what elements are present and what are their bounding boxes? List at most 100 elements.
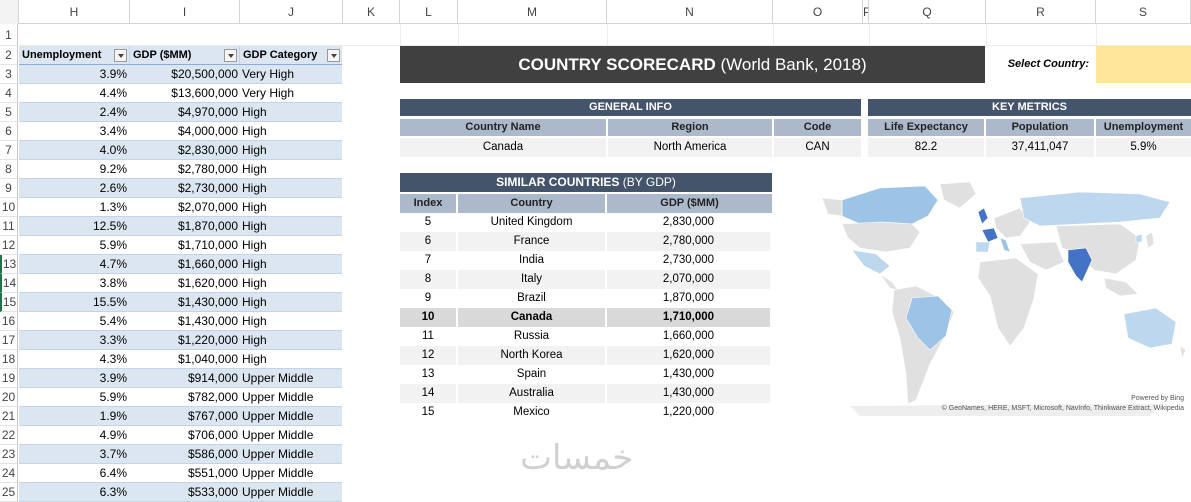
cell-gdp-category[interactable]: High [240,160,342,178]
cell-gdp-category[interactable]: Upper Middle [240,464,342,482]
cell-gdp[interactable]: $551,000 [130,464,240,482]
cell-unemployment[interactable]: 6.3% [19,483,130,501]
row-header[interactable]: 3 [0,65,18,84]
cell-unemployment[interactable]: 4.0% [19,141,130,159]
row-header[interactable]: 18 [0,350,18,369]
row-header[interactable]: 13 [0,255,18,274]
row-header[interactable]: 23 [0,445,18,464]
cell-gdp[interactable]: $1,620,000 [130,274,240,292]
cell-unemployment[interactable]: 6.4% [19,464,130,482]
row-header[interactable]: 6 [0,122,18,141]
cell-unemployment[interactable]: 4.9% [19,426,130,444]
cell-unemployment[interactable]: 12.5% [19,217,130,235]
cell-unemployment[interactable]: 4.7% [19,255,130,273]
cell-gdp[interactable]: $20,500,000 [130,65,240,83]
cell-unemployment[interactable]: 3.9% [19,369,130,387]
row-header[interactable]: 25 [0,483,18,502]
cell-unemployment[interactable]: 3.3% [19,331,130,349]
row-header[interactable]: 5 [0,103,18,122]
cell-unemployment[interactable]: 9.2% [19,160,130,178]
row-header[interactable]: 11 [0,217,18,236]
header-gdp[interactable]: GDP ($MM) [130,46,240,64]
cell-unemployment[interactable]: 4.3% [19,350,130,368]
cell-gdp-category[interactable]: High [240,141,342,159]
cell-gdp[interactable]: $914,000 [130,369,240,387]
cell-gdp-category[interactable]: Upper Middle [240,483,342,501]
cell-unemployment[interactable]: 4.4% [19,84,130,102]
row-header[interactable]: 16 [0,312,18,331]
column-header-q[interactable]: Q [869,0,986,24]
cell-gdp-category[interactable]: High [240,217,342,235]
column-header-o[interactable]: O [773,0,863,24]
cell-unemployment[interactable]: 3.8% [19,274,130,292]
cell-gdp[interactable]: $782,000 [130,388,240,406]
cell-gdp[interactable]: $1,430,000 [130,293,240,311]
column-header-k[interactable]: K [343,0,400,24]
header-unemployment[interactable]: Unemployment [19,46,130,64]
cell-gdp[interactable]: $2,780,000 [130,160,240,178]
cell-unemployment[interactable]: 5.9% [19,388,130,406]
cell-unemployment[interactable]: 3.7% [19,445,130,463]
cell-unemployment[interactable]: 2.4% [19,103,130,121]
column-header-l[interactable]: L [400,0,458,24]
cell-gdp-category[interactable]: Very High [240,84,342,102]
row-header[interactable]: 20 [0,388,18,407]
row-header[interactable]: 4 [0,84,18,103]
cell-gdp-category[interactable]: Upper Middle [240,407,342,425]
cell-gdp-category[interactable]: High [240,350,342,368]
cell-gdp[interactable]: $767,000 [130,407,240,425]
cell-gdp-category[interactable]: High [240,198,342,216]
column-header-j[interactable]: J [240,0,343,24]
cell-unemployment[interactable]: 3.4% [19,122,130,140]
cell-gdp-category[interactable]: High [240,103,342,121]
cell-gdp[interactable]: $4,970,000 [130,103,240,121]
column-header-m[interactable]: M [458,0,607,24]
row-header[interactable]: 15 [0,293,18,312]
cell-gdp[interactable]: $1,710,000 [130,236,240,254]
row-header[interactable]: 10 [0,198,18,217]
cell-gdp-category[interactable]: High [240,255,342,273]
row-header[interactable]: 7 [0,141,18,160]
cell-gdp-category[interactable]: High [240,312,342,330]
column-header-h[interactable]: H [19,0,130,24]
column-header-r[interactable]: R [986,0,1096,24]
cell-gdp-category[interactable]: Upper Middle [240,369,342,387]
cell-unemployment[interactable]: 3.9% [19,65,130,83]
filter-dropdown-icon[interactable] [224,49,237,62]
column-header-s[interactable]: S [1096,0,1191,24]
filter-dropdown-icon[interactable] [114,49,127,62]
cell-unemployment[interactable]: 15.5% [19,293,130,311]
corner-select-all[interactable] [0,0,19,24]
cell-gdp-category[interactable]: High [240,274,342,292]
cell-gdp[interactable]: $4,000,000 [130,122,240,140]
cell-gdp[interactable]: $533,000 [130,483,240,501]
cell-unemployment[interactable]: 1.9% [19,407,130,425]
cell-gdp[interactable]: $2,830,000 [130,141,240,159]
cell-gdp[interactable]: $2,730,000 [130,179,240,197]
row-header[interactable]: 9 [0,179,18,198]
cell-gdp[interactable]: $13,600,000 [130,84,240,102]
row-header[interactable]: 2 [0,46,18,65]
cell-gdp[interactable]: $1,870,000 [130,217,240,235]
cell-gdp[interactable]: $706,000 [130,426,240,444]
row-header[interactable]: 12 [0,236,18,255]
map-chart[interactable]: Powered by Bing © GeoNames, HERE, MSFT, … [820,178,1190,418]
cell-unemployment[interactable]: 5.4% [19,312,130,330]
cell-gdp-category[interactable]: High [240,331,342,349]
row-header[interactable]: 22 [0,426,18,445]
cell-gdp[interactable]: $1,430,000 [130,312,240,330]
header-gdp-category[interactable]: GDP Category [240,46,342,64]
cell-gdp[interactable]: $1,040,000 [130,350,240,368]
row-header[interactable]: 24 [0,464,18,483]
cell-gdp-category[interactable]: Upper Middle [240,426,342,444]
cell-gdp-category[interactable]: Very High [240,65,342,83]
filter-dropdown-icon[interactable] [327,49,340,62]
row-header[interactable]: 17 [0,331,18,350]
cell-gdp[interactable]: $1,660,000 [130,255,240,273]
cell-gdp-category[interactable]: Upper Middle [240,445,342,463]
cell-gdp-category[interactable]: High [240,293,342,311]
cell-gdp[interactable]: $1,220,000 [130,331,240,349]
row-header[interactable]: 8 [0,160,18,179]
row-header[interactable]: 21 [0,407,18,426]
row-header[interactable]: 1 [0,24,18,46]
